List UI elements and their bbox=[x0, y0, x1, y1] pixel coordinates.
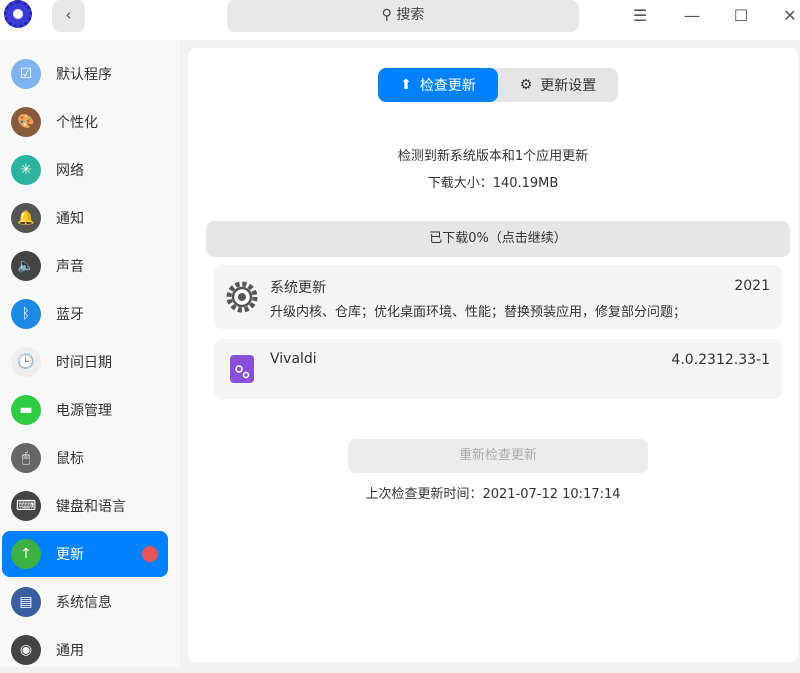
sidebar-item-icon: 🖱 bbox=[11, 443, 41, 473]
sidebar-item-label: 声音 bbox=[56, 259, 84, 275]
update-item-vivaldi: Vivaldi 4.0.2312.33-1 bbox=[214, 339, 782, 399]
sidebar-item-0[interactable]: ☑ 默认程序 bbox=[2, 51, 168, 97]
sidebar-item-2[interactable]: ✳ 网络 bbox=[2, 147, 168, 193]
recheck-updates-button[interactable]: 重新检查更新 bbox=[348, 439, 648, 473]
update-panel: ⬆ 检查更新 ⚙ 更新设置 检测到新系统版本和1个应用更新 下载大小：140.19M… bbox=[188, 48, 798, 662]
sidebar-item-6[interactable]: 🕒 时间日期 bbox=[2, 339, 168, 385]
update-title: Vivaldi bbox=[270, 351, 317, 367]
gear-icon bbox=[226, 281, 258, 313]
tab-update-settings[interactable]: ⚙ 更新设置 bbox=[498, 68, 618, 102]
sidebar-item-icon: ▬ bbox=[11, 395, 41, 425]
sidebar-item-icon: ↑ bbox=[11, 539, 41, 569]
minimize-button[interactable]: — bbox=[680, 6, 704, 25]
gear-icon: ⚙ bbox=[519, 77, 533, 93]
notification-dot bbox=[142, 546, 158, 562]
last-check-time: 上次检查更新时间：2021-07-12 10:17:14 bbox=[365, 487, 621, 502]
sidebar-item-3[interactable]: 🔔 通知 bbox=[2, 195, 168, 241]
sidebar-item-label: 个性化 bbox=[56, 115, 98, 131]
sidebar-item-icon: ✳ bbox=[11, 155, 41, 185]
sidebar-item-icon: ◉ bbox=[11, 635, 41, 665]
sidebar-item-9[interactable]: ⌨ 键盘和语言 bbox=[2, 483, 168, 529]
menu-button[interactable]: ☰ bbox=[628, 6, 652, 25]
sidebar-item-icon: 🔈 bbox=[11, 251, 41, 281]
sidebar: ☑ 默认程序 🎨 个性化 ✳ 网络 🔔 通知 🔈 声音 ᛒ 蓝牙 🕒 时间日期 ▬ 电源管理 🖱 鼠标 ⌨ 键盘和语言… bbox=[0, 40, 180, 667]
sidebar-item-label: 鼠标 bbox=[56, 451, 84, 467]
sidebar-item-label: 系统信息 bbox=[56, 595, 112, 611]
sidebar-item-label: 时间日期 bbox=[56, 355, 112, 371]
update-version: 2021 bbox=[734, 278, 770, 294]
sidebar-item-1[interactable]: 🎨 个性化 bbox=[2, 99, 168, 145]
app-package-icon bbox=[230, 355, 254, 383]
tab-label: 更新设置 bbox=[540, 78, 597, 94]
sidebar-item-label: 蓝牙 bbox=[56, 307, 84, 323]
search-input[interactable]: ⚲ 搜索 bbox=[227, 0, 579, 32]
maximize-button[interactable]: ☐ bbox=[729, 6, 753, 25]
sidebar-item-7[interactable]: ▬ 电源管理 bbox=[2, 387, 168, 433]
download-progress-button[interactable]: 已下载0%（点击继续） bbox=[206, 221, 790, 257]
tab-label: 检查更新 bbox=[419, 78, 476, 94]
sidebar-item-icon: 🔔 bbox=[11, 203, 41, 233]
sidebar-item-icon: ☑ bbox=[11, 59, 41, 89]
sidebar-item-10[interactable]: ↑ 更新 bbox=[2, 531, 168, 577]
arrow-up-icon: ⬆ bbox=[400, 77, 412, 93]
close-button[interactable]: ✕ bbox=[778, 6, 800, 25]
sidebar-item-label: 通知 bbox=[56, 211, 84, 227]
sidebar-item-label: 默认程序 bbox=[56, 67, 112, 83]
sidebar-item-8[interactable]: 🖱 鼠标 bbox=[2, 435, 168, 481]
sidebar-item-label: 网络 bbox=[56, 163, 84, 179]
titlebar: ‹ ⚲ 搜索 ☰ — ☐ ✕ bbox=[0, 0, 800, 40]
search-icon: ⚲ bbox=[381, 7, 397, 23]
sidebar-item-icon: ▤ bbox=[11, 587, 41, 617]
app-logo-icon bbox=[4, 0, 32, 28]
update-item-system: 系统更新 升级内核、仓库；优化桌面环境、性能；替换预装应用，修复部分问题； 20… bbox=[214, 265, 782, 329]
search-placeholder: 搜索 bbox=[396, 7, 425, 23]
sidebar-item-5[interactable]: ᛒ 蓝牙 bbox=[2, 291, 168, 337]
sidebar-item-label: 通用 bbox=[56, 643, 84, 659]
sidebar-item-label: 电源管理 bbox=[56, 403, 112, 419]
update-summary: 检测到新系统版本和1个应用更新 bbox=[397, 149, 589, 164]
sidebar-item-11[interactable]: ▤ 系统信息 bbox=[2, 579, 168, 625]
sidebar-item-4[interactable]: 🔈 声音 bbox=[2, 243, 168, 289]
sidebar-item-label: 更新 bbox=[56, 547, 84, 563]
update-title: 系统更新 bbox=[270, 280, 326, 296]
update-version: 4.0.2312.33-1 bbox=[671, 352, 770, 368]
update-description: 升级内核、仓库；优化桌面环境、性能；替换预装应用，修复部分问题； bbox=[270, 305, 687, 320]
back-button[interactable]: ‹ bbox=[52, 0, 85, 32]
tab-bar: ⬆ 检查更新 ⚙ 更新设置 bbox=[378, 68, 618, 102]
sidebar-item-12[interactable]: ◉ 通用 bbox=[2, 627, 168, 673]
tab-check-updates[interactable]: ⬆ 检查更新 bbox=[378, 68, 498, 102]
sidebar-item-icon: ᛒ bbox=[11, 299, 41, 329]
sidebar-item-icon: 🕒 bbox=[11, 347, 41, 377]
sidebar-item-icon: 🎨 bbox=[11, 107, 41, 137]
sidebar-item-icon: ⌨ bbox=[11, 491, 41, 521]
sidebar-item-label: 键盘和语言 bbox=[56, 499, 126, 515]
download-size: 下载大小：140.19MB bbox=[427, 176, 559, 191]
